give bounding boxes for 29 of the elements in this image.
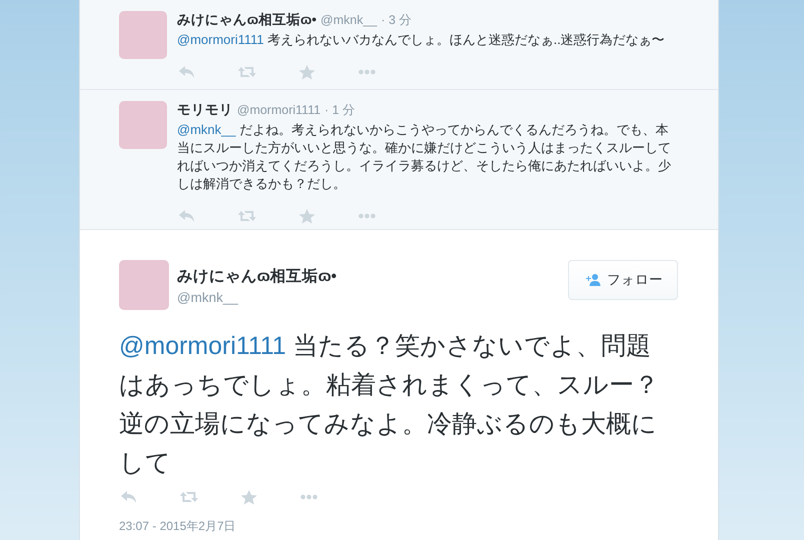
tweet-text: @mormori1111 考えられないバカなんでしょ。ほんと迷惑だなぁ..迷惑行為だなぁ〜: [177, 31, 666, 49]
mention-link[interactable]: @mormori1111: [177, 32, 264, 47]
user-handle[interactable]: @mknk__: [320, 13, 378, 27]
user-handle[interactable]: @mknk__: [177, 290, 568, 305]
user-name[interactable]: モリモリ: [177, 101, 233, 119]
tweet-text: @mormori1111 当たる？笑かさないでよ、問題はあっちでしょ。粘着されまくって、スルー？逆の立場になってみなよ。冷静ぶるのも大概にして: [119, 331, 659, 479]
star-icon[interactable]: [297, 208, 317, 224]
reply-icon[interactable]: [177, 64, 197, 80]
user-name[interactable]: みけにゃんɷ相互垢ɷ•: [177, 266, 568, 287]
mention-link[interactable]: @mormori1111: [119, 332, 286, 360]
mention-link[interactable]: @mknk__: [177, 122, 236, 137]
star-icon[interactable]: [297, 64, 317, 80]
reply-icon[interactable]: [119, 489, 139, 505]
user-handle[interactable]: @mormori1111: [237, 103, 321, 117]
avatar-placeholder[interactable]: [119, 260, 169, 310]
reply-icon[interactable]: [177, 208, 197, 224]
retweet-icon[interactable]: [237, 208, 257, 224]
tweet-time[interactable]: · 3 分: [381, 12, 412, 29]
star-icon[interactable]: [239, 489, 259, 505]
retweet-icon[interactable]: [179, 489, 199, 505]
user-name[interactable]: みけにゃんɷ相互垢ɷ•: [177, 11, 317, 29]
follow-button[interactable]: フォロー: [568, 260, 678, 300]
tweet-text: @mknk__ だよね。考えられないからこうやってからんでくるんだろうね。でも、本当にスルーした方がいいと思うな。確かに嫌だけどこういう人はまったくスルーしてればいつか消えてくだろうし。イライラ募るけど、そしたら俺にあたればいいよ。少しは解消できるかも？だし。: [177, 121, 672, 193]
retweet-icon[interactable]: [237, 64, 257, 80]
avatar-placeholder[interactable]: [119, 11, 167, 59]
avatar-placeholder[interactable]: [119, 101, 167, 149]
tweet-date[interactable]: 23:07 - 2015年2月7日: [119, 518, 678, 535]
tweet-time[interactable]: · 1 分: [324, 102, 356, 119]
add-person-icon: [583, 273, 601, 287]
